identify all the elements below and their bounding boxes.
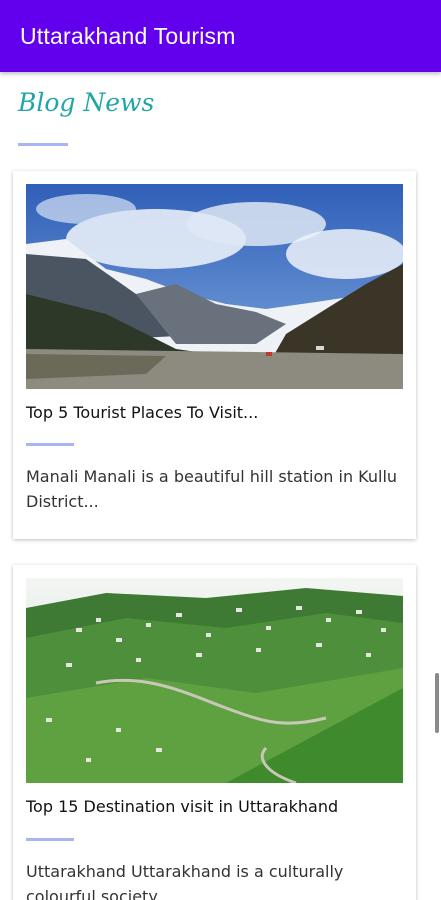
blog-card[interactable]: Top 15 Destination visit in Uttarakhand … bbox=[13, 565, 416, 900]
blog-card-title[interactable]: Top 15 Destination visit in Uttarakhand bbox=[26, 797, 338, 816]
blog-card[interactable]: Top 5 Tourist Places To Visit... Manali … bbox=[13, 171, 416, 539]
blog-card-excerpt: Uttarakhand Uttarakhand is a culturally … bbox=[26, 862, 344, 900]
blog-card-divider bbox=[26, 443, 74, 446]
mountain-valley-photo bbox=[26, 184, 403, 389]
scrollbar-thumb[interactable] bbox=[435, 673, 439, 733]
blog-card-divider bbox=[26, 838, 74, 841]
blog-card-title[interactable]: Top 5 Tourist Places To Visit... bbox=[26, 403, 258, 422]
section-divider bbox=[18, 143, 68, 146]
app-bar: Uttarakhand Tourism bbox=[0, 0, 441, 72]
blog-card-image[interactable] bbox=[26, 184, 403, 389]
app-title: Uttarakhand Tourism bbox=[20, 22, 236, 49]
blog-card-excerpt: Manali Manali is a beautiful hill statio… bbox=[26, 467, 398, 511]
blog-card-image[interactable] bbox=[26, 578, 403, 783]
green-hill-town-photo bbox=[26, 578, 403, 783]
section-heading: Blog News bbox=[18, 88, 155, 117]
